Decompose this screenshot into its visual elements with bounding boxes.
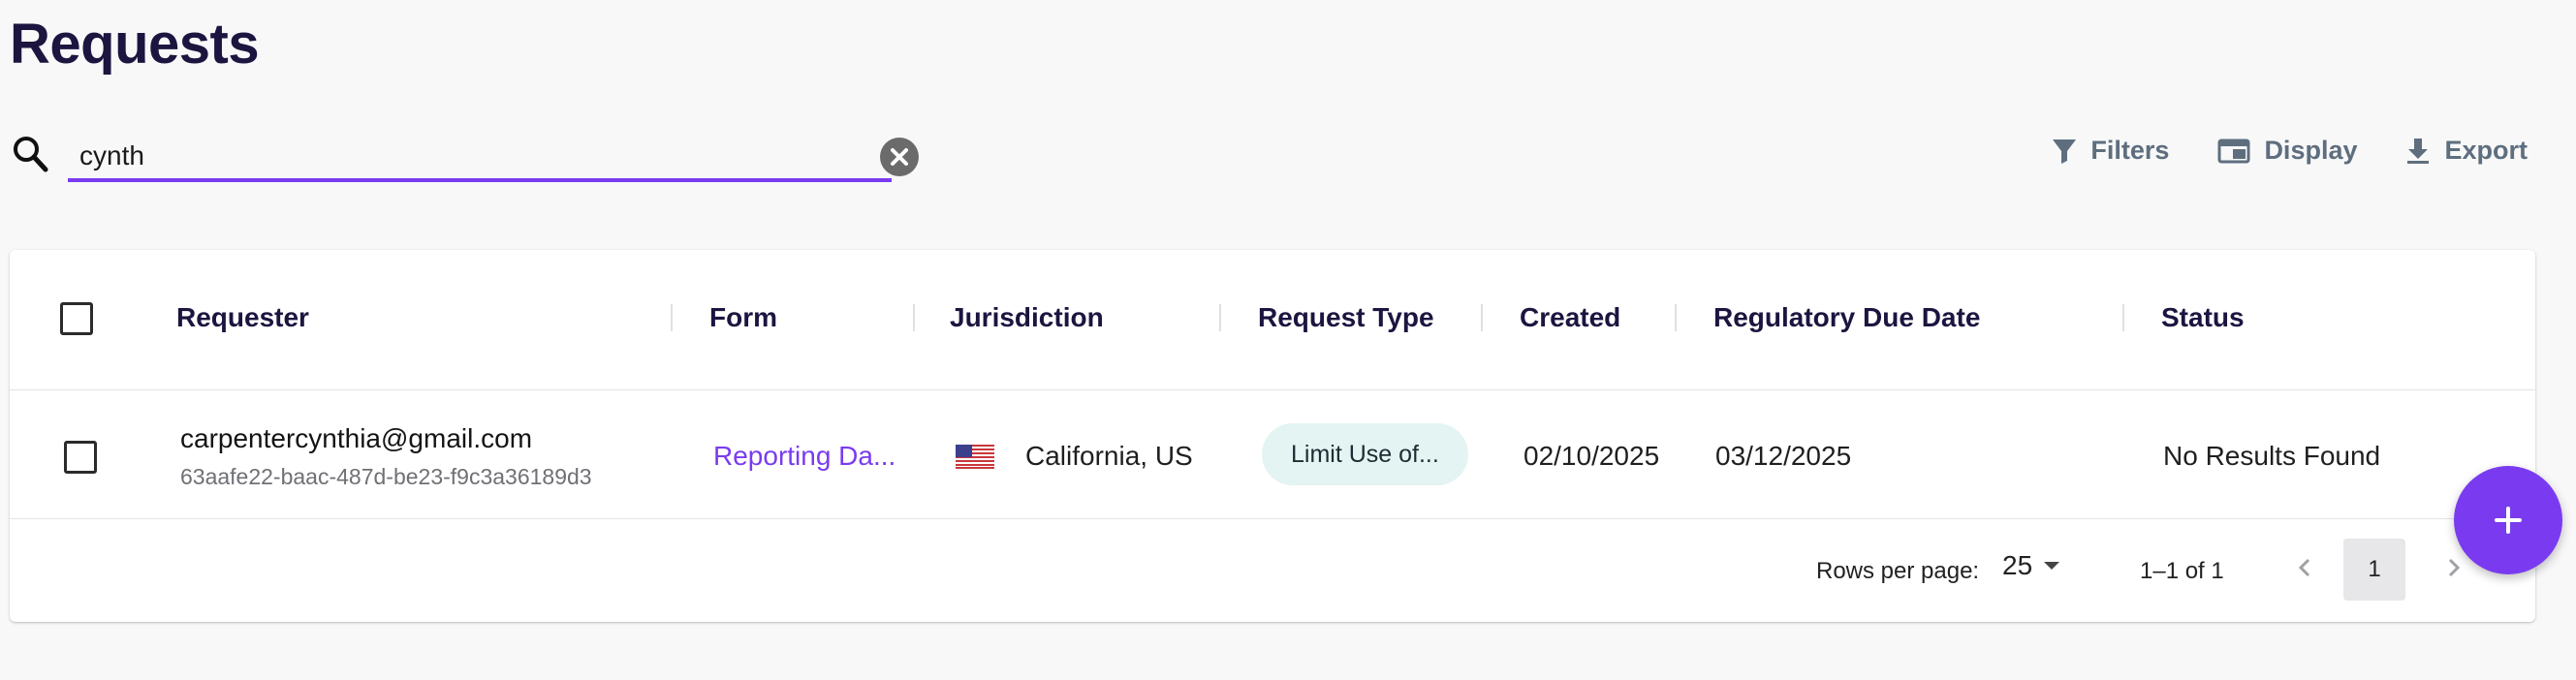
column-header-form[interactable]: Form xyxy=(709,302,777,333)
search-icon xyxy=(12,134,50,176)
add-request-button[interactable] xyxy=(2454,466,2562,574)
filters-button[interactable]: Filters xyxy=(2052,136,2169,166)
form-link[interactable]: Reporting Da... xyxy=(713,441,895,472)
column-divider[interactable] xyxy=(1219,304,1221,331)
column-header-jurisdiction[interactable]: Jurisdiction xyxy=(950,302,1104,333)
display-label: Display xyxy=(2264,136,2358,165)
display-button[interactable]: Display xyxy=(2217,136,2357,166)
rows-per-page-label: Rows per page: xyxy=(1816,558,1980,584)
row-checkbox[interactable] xyxy=(64,441,97,474)
status-text: No Results Found xyxy=(2163,441,2381,471)
column-header-created[interactable]: Created xyxy=(1520,302,1620,333)
previous-page-button[interactable] xyxy=(2285,548,2324,587)
requests-table: Requester Form Jurisdiction Request Type… xyxy=(10,250,2535,622)
column-divider[interactable] xyxy=(1481,304,1483,331)
regulatory-due-date: 03/12/2025 xyxy=(1715,441,1852,471)
caret-down-icon xyxy=(2044,562,2060,570)
pagination: Rows per page: 25 1–1 of 1 1 xyxy=(10,519,2535,622)
export-label: Export xyxy=(2444,136,2528,165)
column-divider[interactable] xyxy=(913,304,915,331)
close-icon xyxy=(891,148,908,166)
search-bar xyxy=(12,134,923,194)
column-header-status[interactable]: Status xyxy=(2161,302,2245,333)
page-button[interactable]: 1 xyxy=(2343,539,2405,601)
export-button[interactable]: Export xyxy=(2405,136,2528,166)
display-icon xyxy=(2217,139,2250,163)
requester-email: carpentercynthia@gmail.com xyxy=(180,423,533,453)
column-divider[interactable] xyxy=(1675,304,1677,331)
filter-icon xyxy=(2053,139,2077,164)
select-all-checkbox[interactable] xyxy=(60,302,93,335)
rows-per-page-select[interactable]: 25 xyxy=(2002,550,2061,581)
download-icon xyxy=(2407,138,2430,164)
page-title: Requests xyxy=(10,13,260,76)
table-row[interactable]: carpentercynthia@gmail.com 63aafe22-baac… xyxy=(10,390,2535,519)
pagination-range: 1–1 of 1 xyxy=(2140,558,2224,584)
chevron-left-icon xyxy=(2298,558,2310,577)
jurisdiction-text: California, US xyxy=(1025,441,1193,471)
us-flag-icon xyxy=(956,445,994,469)
created-date: 02/10/2025 xyxy=(1524,441,1660,471)
request-type-chip[interactable]: Limit Use of... xyxy=(1262,423,1468,485)
column-divider[interactable] xyxy=(671,304,673,331)
plus-icon xyxy=(2495,507,2522,534)
column-divider[interactable] xyxy=(2122,304,2124,331)
column-header-regulatory-due-date[interactable]: Regulatory Due Date xyxy=(1713,302,1980,333)
rows-per-page-value: 25 xyxy=(2002,550,2033,580)
filters-label: Filters xyxy=(2090,136,2170,165)
toolbar: Filters Display Export xyxy=(2052,136,2528,166)
clear-search-button[interactable] xyxy=(880,138,919,176)
table-header-row: Requester Form Jurisdiction Request Type… xyxy=(10,250,2535,390)
column-header-request-type[interactable]: Request Type xyxy=(1258,302,1434,333)
search-input[interactable] xyxy=(68,134,892,182)
requester-id: 63aafe22-baac-487d-be23-f9c3a36189d3 xyxy=(180,464,592,489)
column-header-requester[interactable]: Requester xyxy=(176,302,309,333)
